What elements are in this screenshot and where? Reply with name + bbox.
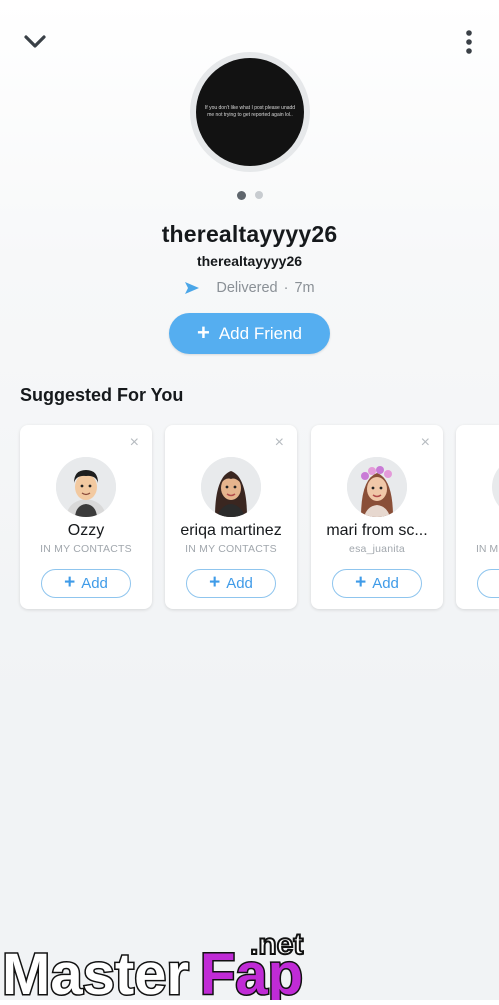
close-icon[interactable]: ×: [421, 434, 430, 452]
chevron-down-icon: [24, 35, 46, 48]
delivery-status: Delivered · 7m: [0, 280, 499, 296]
status-label: Delivered: [216, 280, 278, 296]
sent-arrow-icon: [185, 282, 200, 294]
suggested-subtitle: esa_juanita: [349, 543, 405, 555]
suggested-subtitle: IN M: [476, 543, 499, 555]
watermark-brand-part2: Fap: [200, 942, 303, 1000]
bitmoji-male-avatar-icon: [56, 457, 116, 517]
suggested-subtitle: IN MY CONTACTS: [185, 543, 277, 555]
story-thumbnail[interactable]: If you don't like what I post please una…: [190, 52, 310, 172]
plus-icon: +: [209, 571, 221, 593]
watermark-brand-part1: Master: [2, 942, 189, 1000]
plus-icon: +: [355, 571, 367, 593]
suggested-name: Ozzy: [67, 522, 105, 539]
profile-username: therealtayyyy26: [196, 253, 303, 269]
story-caption: If you don't like what I post please una…: [196, 58, 304, 166]
page-dot-active: [236, 191, 246, 200]
suggested-subtitle: IN MY CONTACTS: [40, 543, 132, 555]
suggested-card[interactable]: × mari from sc... esa_juanita + Add: [311, 425, 443, 609]
plus-icon: +: [64, 571, 76, 593]
more-options-button[interactable]: [451, 24, 487, 60]
more-vertical-icon: [466, 30, 472, 54]
suggested-name: mari from sc...: [326, 522, 428, 539]
add-button[interactable]: + Add: [332, 569, 422, 598]
suggested-card[interactable]: × Ozzy IN MY CONTACTS + Add: [20, 425, 152, 609]
bitmoji-avatar-icon: [492, 457, 499, 517]
suggested-card[interactable]: × eriqa martinez IN MY CONTACTS + Add: [165, 425, 297, 609]
watermark-logo: .net Master Fap: [0, 920, 330, 1005]
story-pagination: [0, 191, 499, 200]
status-time: 7m: [294, 280, 315, 296]
bitmoji-female-flower-crown-avatar-icon: [347, 457, 407, 517]
add-label: Add: [372, 575, 399, 592]
profile-display-name: therealtayyyy26: [161, 221, 338, 247]
add-button[interactable]: + Add: [186, 569, 276, 598]
plus-icon: +: [196, 319, 210, 345]
back-chevron-button[interactable]: [17, 24, 53, 60]
suggested-name: eriqa martinez: [180, 522, 282, 539]
add-label: Add: [81, 575, 108, 592]
suggested-card[interactable]: IN M: [456, 425, 499, 609]
close-icon[interactable]: ×: [130, 434, 139, 452]
add-friend-label: Add Friend: [218, 323, 303, 343]
bitmoji-female-avatar-icon: [201, 457, 261, 517]
add-button[interactable]: + Add: [41, 569, 131, 598]
status-separator: ·: [283, 280, 289, 296]
add-label: Add: [226, 575, 253, 592]
add-friend-button[interactable]: + Add Friend: [169, 313, 330, 354]
add-button[interactable]: [477, 569, 499, 598]
page-dot: [254, 191, 263, 199]
close-icon[interactable]: ×: [275, 434, 284, 452]
suggested-section-title: Suggested For You: [20, 385, 184, 405]
